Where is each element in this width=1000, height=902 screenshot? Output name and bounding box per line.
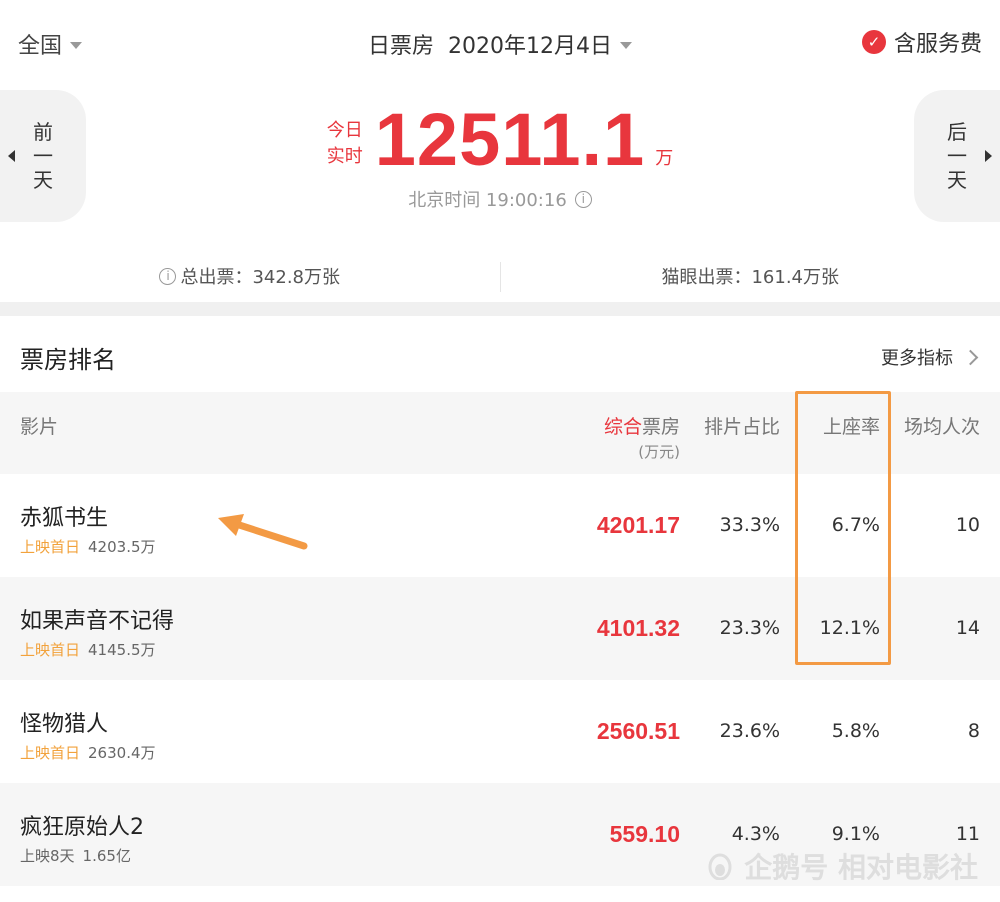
- seat-rate-value: 12.1%: [819, 617, 880, 639]
- penguin-icon: [708, 853, 732, 880]
- realtime-unit: 万: [655, 148, 674, 169]
- release-tag: 上映8天: [20, 847, 75, 865]
- col-box-office[interactable]: 综合票房 (万元): [604, 412, 680, 462]
- screening-share-value: 23.6%: [719, 720, 780, 742]
- ticket-stats: i 总出票：342.8万张 猫眼出票：161.4万张: [0, 250, 1000, 302]
- table-row[interactable]: 怪物猎人 上映首日 2630.4万 2560.51 23.6% 5.8% 8: [0, 680, 1000, 783]
- film-release-info: 上映8天 1.65亿: [20, 845, 131, 866]
- chevron-right-icon: [962, 349, 979, 365]
- arrow-annotation-icon: [218, 514, 308, 550]
- film-release-info: 上映首日 4203.5万: [20, 536, 156, 557]
- avg-attendance-value: 11: [955, 823, 980, 845]
- box-office-value: 4101.32: [596, 615, 680, 641]
- avg-attendance-value: 14: [955, 617, 980, 639]
- box-office-value: 4201.17: [596, 512, 680, 538]
- table-header: 影片 综合票房 (万元) 排片占比 上座率 场均人次: [0, 392, 1000, 474]
- top-bar: 全国 日票房 2020年12月4日 ✓ 含服务费: [0, 0, 1000, 84]
- table-row[interactable]: 赤狐书生 上映首日 4203.5万 4201.17 33.3% 6.7% 10: [0, 474, 1000, 577]
- avg-attendance-value: 10: [955, 514, 980, 536]
- screening-share-value: 33.3%: [719, 514, 780, 536]
- screening-share-value: 4.3%: [731, 823, 780, 845]
- film-release-info: 上映首日 2630.4万: [20, 742, 156, 763]
- seat-rate-value: 9.1%: [831, 823, 880, 845]
- box-office-value: 559.10: [609, 821, 680, 847]
- release-tag: 上映首日: [20, 744, 81, 762]
- film-name: 疯狂原始人2: [20, 815, 144, 840]
- date-selector[interactable]: 日票房 2020年12月4日: [0, 28, 1000, 60]
- seat-rate-value: 6.7%: [831, 514, 880, 536]
- cumulative-box: 4145.5万: [88, 641, 156, 659]
- cumulative-box: 1.65亿: [82, 847, 131, 865]
- film-release-info: 上映首日 4145.5万: [20, 639, 156, 660]
- col-box-office-label: 票房: [641, 416, 680, 438]
- ranking-title: 票房排名: [20, 346, 116, 374]
- ranking-header: 票房排名 更多指标: [0, 316, 1000, 392]
- cumulative-box: 4203.5万: [88, 538, 156, 556]
- col-screening-share[interactable]: 排片占比: [704, 412, 780, 439]
- realtime-label: 实时: [326, 146, 363, 167]
- col-avg-attendance[interactable]: 场均人次: [904, 412, 980, 439]
- section-divider: [0, 302, 1000, 316]
- seat-rate-value: 5.8%: [831, 720, 880, 742]
- more-metrics-button[interactable]: 更多指标: [881, 344, 979, 370]
- chevron-down-icon: [620, 41, 632, 49]
- beijing-time-text: 北京时间 19:00:16: [408, 190, 567, 211]
- service-fee-label: 含服务费: [893, 32, 982, 57]
- table-row[interactable]: 如果声音不记得 上映首日 4145.5万 4101.32 23.3% 12.1% …: [0, 577, 1000, 680]
- maoyan-tickets-text: 猫眼出票：161.4万张: [661, 267, 840, 288]
- avg-attendance-value: 8: [967, 720, 980, 742]
- beijing-time: 北京时间 19:00:16 i: [0, 186, 1000, 212]
- release-tag: 上映首日: [20, 538, 81, 556]
- release-tag: 上映首日: [20, 641, 81, 659]
- watermark: 企鹅号 相对电影社: [706, 846, 978, 886]
- cumulative-box: 2630.4万: [88, 744, 156, 762]
- total-tickets-text: 总出票：342.8万张: [180, 267, 341, 288]
- date-value: 2020年12月4日: [448, 34, 612, 59]
- col-box-office-red: 综合: [603, 416, 642, 438]
- service-fee-toggle[interactable]: ✓ 含服务费: [861, 26, 982, 58]
- realtime-value: 12511.1: [374, 98, 646, 181]
- film-name: 如果声音不记得: [20, 609, 175, 634]
- checkmark-icon: ✓: [861, 30, 886, 54]
- info-icon[interactable]: i: [159, 267, 177, 285]
- film-name: 怪物猎人: [20, 712, 109, 737]
- col-seat-rate[interactable]: 上座率: [823, 412, 880, 439]
- info-icon[interactable]: i: [574, 190, 592, 208]
- more-metrics-label: 更多指标: [881, 348, 953, 369]
- col-box-office-unit: (万元): [638, 443, 680, 461]
- realtime-box-office: 今日 实时 12511.1 万: [0, 100, 1000, 180]
- total-tickets: i 总出票：342.8万张: [0, 250, 500, 302]
- watermark-text: 企鹅号 相对电影社: [744, 851, 978, 884]
- maoyan-tickets: 猫眼出票：161.4万张: [501, 250, 1000, 302]
- film-name: 赤狐书生: [20, 506, 109, 531]
- col-film: 影片: [20, 416, 59, 438]
- screening-share-value: 23.3%: [719, 617, 780, 639]
- date-type-label: 日票房: [368, 34, 435, 59]
- box-office-value: 2560.51: [596, 718, 680, 744]
- today-label: 今日: [326, 120, 363, 141]
- realtime-caption: 今日 实时: [327, 118, 363, 170]
